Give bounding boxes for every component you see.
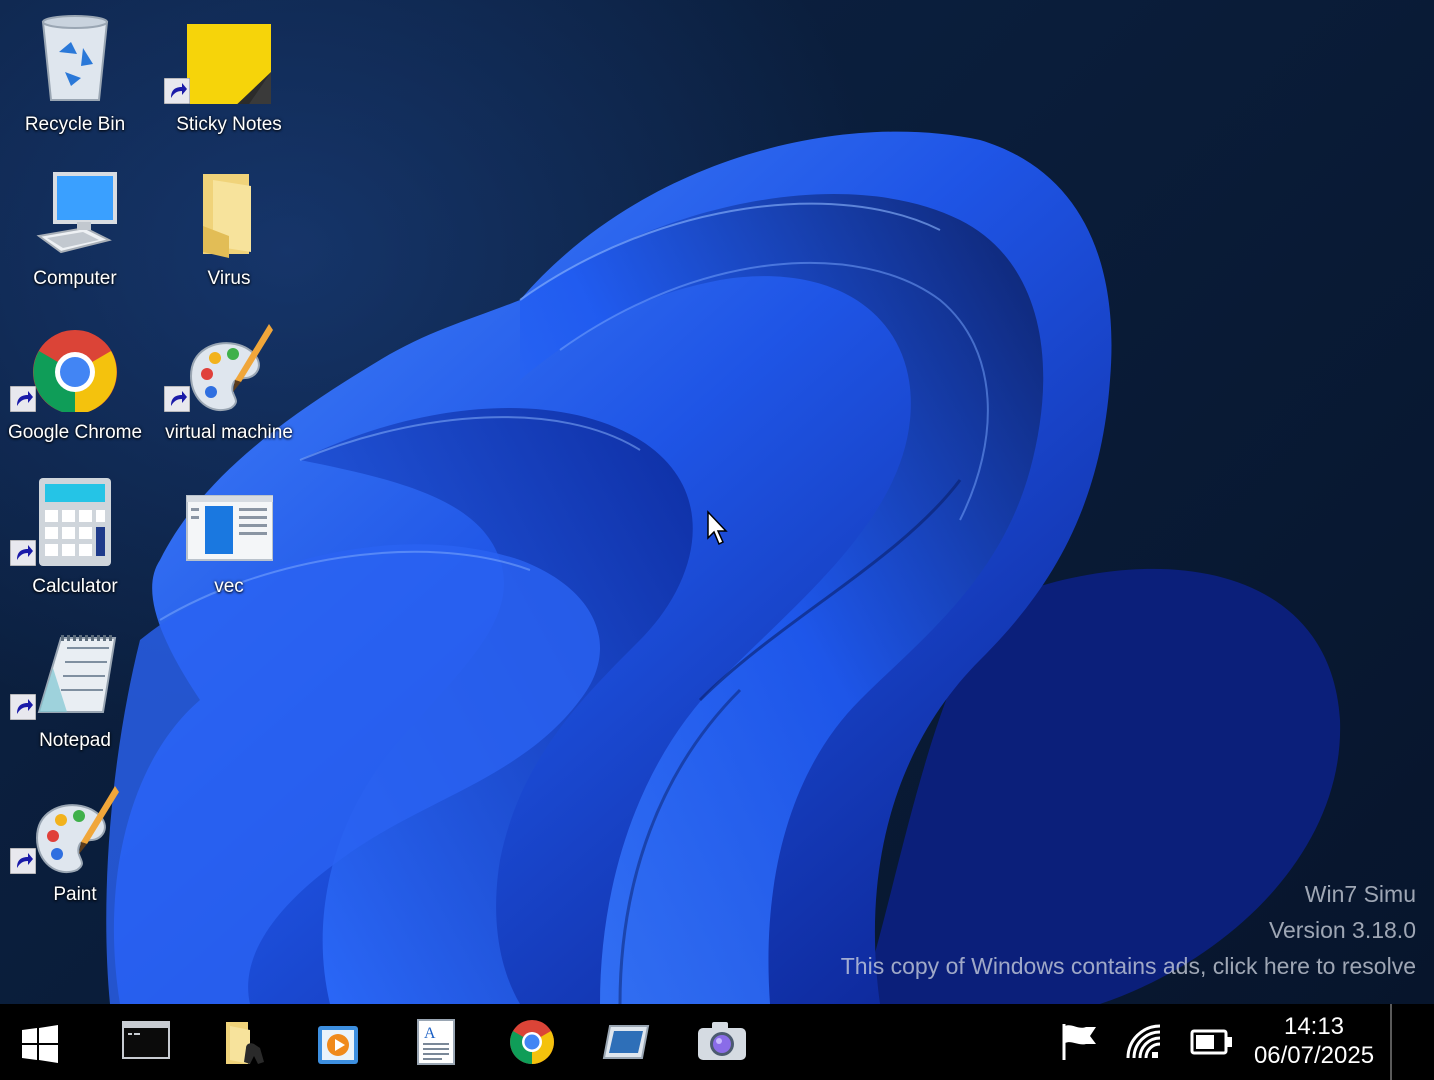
desktop-icon-label: Virus <box>207 268 251 289</box>
desktop-icon-label: Recycle Bin <box>24 114 126 135</box>
shortcut-arrow-icon <box>10 540 36 566</box>
taskbar: A 14:13 06/07/2025 <box>0 1004 1434 1080</box>
sticky-notes-icon <box>187 24 271 104</box>
tray-action-center[interactable] <box>1040 1004 1120 1080</box>
chrome-icon <box>33 330 117 412</box>
desktop-icon-calculator[interactable]: Calculator <box>0 464 150 614</box>
calculator-icon <box>39 478 111 566</box>
desktop-icon-virtual-machine[interactable]: virtual machine <box>154 310 304 460</box>
wifi-icon <box>1126 1024 1161 1059</box>
desktop-icon-notepad[interactable]: Notepad <box>0 618 150 768</box>
mouse-pointer-icon <box>707 510 728 546</box>
desktop-icon-sticky-notes[interactable]: Sticky Notes <box>154 2 304 152</box>
desktop-icon-label: vec <box>214 576 244 597</box>
action-center-flag-icon <box>1062 1024 1096 1060</box>
desktop-icon-label: Notepad <box>39 730 111 751</box>
watermark-version: Version 3.18.0 <box>1268 917 1416 943</box>
paint-palette-icon <box>35 786 119 873</box>
chrome-icon <box>510 1020 554 1064</box>
taskbar-wordpad[interactable]: A <box>392 1004 476 1080</box>
watermark-product-name: Win7 Simu <box>1304 881 1416 907</box>
camera-icon <box>698 1022 746 1060</box>
clock-time: 14:13 <box>1283 1013 1345 1040</box>
taskbar-remote-desktop[interactable] <box>584 1004 668 1080</box>
command-prompt-icon <box>122 1021 170 1059</box>
desktop-icon-label: virtual machine <box>165 422 293 443</box>
desktop-icon-label: Sticky Notes <box>176 114 282 135</box>
start-button[interactable] <box>0 1004 80 1080</box>
taskbar-command-prompt[interactable] <box>104 1004 188 1080</box>
desktop-icon-paint[interactable]: Paint <box>0 772 150 922</box>
svg-text:A: A <box>424 1025 436 1042</box>
shortcut-arrow-icon <box>10 848 36 874</box>
taskbar-media-player[interactable] <box>296 1004 380 1080</box>
start-windows-icon <box>22 1025 58 1063</box>
clock-date: 06/07/2025 <box>1253 1042 1375 1069</box>
watermark-activation-notice[interactable]: This copy of Windows contains ads, click… <box>841 952 1416 980</box>
computer-icon <box>36 172 117 254</box>
notepad-icon <box>37 635 117 713</box>
battery-icon <box>1190 1029 1232 1055</box>
shortcut-arrow-icon <box>10 694 36 720</box>
shortcut-arrow-icon <box>164 78 190 104</box>
media-player-icon <box>318 1026 358 1064</box>
tray-network[interactable] <box>1112 1004 1182 1080</box>
document-window-icon <box>186 495 273 561</box>
desktop-icon-label: Computer <box>33 268 117 289</box>
remote-desktop-icon <box>602 1025 650 1059</box>
wordpad-icon: A <box>417 1019 455 1065</box>
desktop-icon-computer[interactable]: Computer <box>0 156 150 306</box>
desktop-icon-label: Calculator <box>32 576 118 597</box>
shortcut-arrow-icon <box>164 386 190 412</box>
paint-palette-icon <box>189 324 273 411</box>
desktop-icon-vec[interactable]: vec <box>154 464 304 614</box>
desktop-icon-label: Paint <box>53 884 97 905</box>
taskbar-google-chrome[interactable] <box>488 1004 572 1080</box>
taskbar-clock[interactable]: 14:13 06/07/2025 <box>1238 1012 1390 1070</box>
shortcut-arrow-icon <box>10 386 36 412</box>
desktop-icon-virus[interactable]: Virus <box>154 156 304 306</box>
taskbar-camera[interactable] <box>680 1004 764 1080</box>
desktop-icon-label: Google Chrome <box>7 422 143 443</box>
folder-icon <box>203 174 251 258</box>
recycle-bin-icon <box>41 15 109 101</box>
desktop[interactable]: Recycle Bin Sticky Notes Computer Virus … <box>0 0 1434 1004</box>
taskbar-file-explorer[interactable] <box>200 1004 284 1080</box>
desktop-icon-google-chrome[interactable]: Google Chrome <box>0 310 150 460</box>
show-desktop-button[interactable] <box>1390 1004 1434 1080</box>
file-explorer-icon <box>226 1022 264 1064</box>
desktop-icon-recycle-bin[interactable]: Recycle Bin <box>0 2 150 152</box>
